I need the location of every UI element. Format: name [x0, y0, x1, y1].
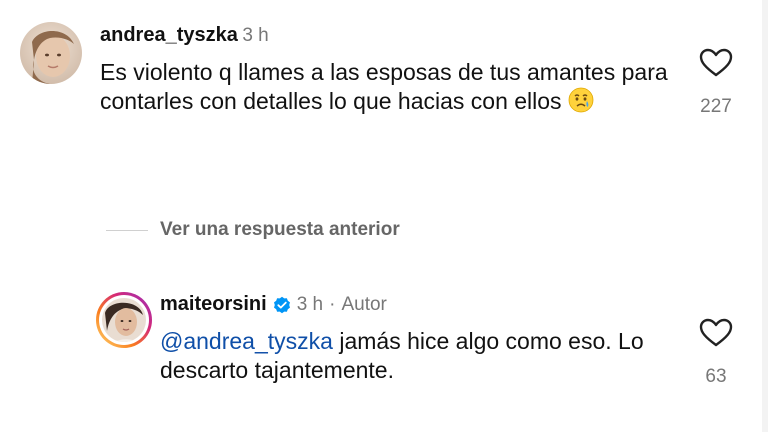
like-heart-icon[interactable]: [699, 48, 733, 78]
meta-separator: ·: [329, 293, 336, 315]
comment-time: 3 h: [296, 293, 324, 315]
comments-panel: andrea_tyszka 3 h Es violento q llames a…: [0, 0, 768, 432]
avatar-story-ring[interactable]: [95, 291, 153, 349]
verified-badge-icon: [273, 296, 291, 314]
comment-username[interactable]: andrea_tyszka: [100, 24, 238, 46]
comment-header: maiteorsini 3 h · Autor: [160, 293, 387, 316]
mention-link[interactable]: @andrea_tyszka: [160, 328, 333, 354]
comment-header: andrea_tyszka 3 h: [100, 24, 269, 47]
like-count: 227: [700, 96, 732, 117]
view-previous-replies-label: Ver una respuesta anterior: [160, 219, 400, 240]
like-count: 63: [705, 366, 727, 387]
author-label: Autor: [341, 293, 387, 315]
crying-face-icon: [568, 87, 594, 120]
scrollbar-track[interactable]: [762, 0, 768, 432]
avatar[interactable]: [20, 22, 82, 84]
comment-text: @andrea_tyszka jamás hice algo como eso.…: [160, 327, 680, 385]
comment-username[interactable]: maiteorsini: [160, 293, 267, 316]
comment-text: Es violento q llames a las esposas de tu…: [100, 58, 680, 120]
comment-time: 3 h: [242, 25, 269, 46]
divider: [106, 229, 148, 231]
view-previous-replies-button[interactable]: Ver una respuesta anterior: [106, 219, 400, 241]
like-heart-icon[interactable]: [699, 318, 733, 348]
